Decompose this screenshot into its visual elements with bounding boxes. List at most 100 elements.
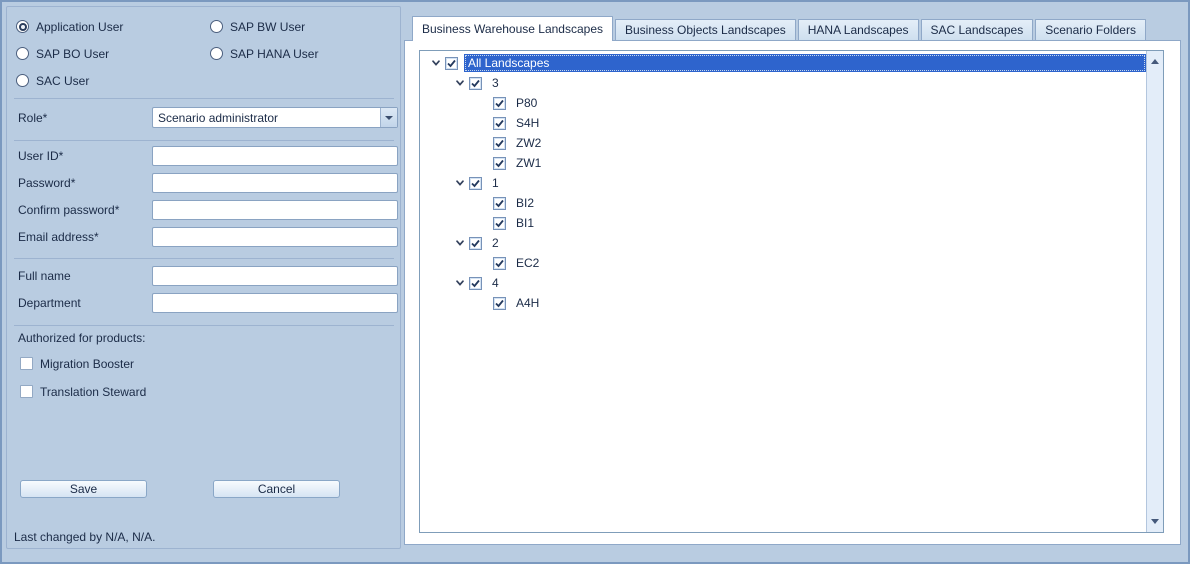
role-dropdown-button[interactable] bbox=[380, 108, 397, 127]
expander-chevron-icon[interactable] bbox=[451, 273, 469, 293]
radio-sap-bo-user[interactable] bbox=[16, 47, 29, 60]
tree-item-label[interactable]: S4H bbox=[512, 114, 543, 132]
expander-spacer bbox=[475, 253, 493, 273]
expander-spacer bbox=[475, 133, 493, 153]
scroll-down-button[interactable] bbox=[1147, 513, 1163, 530]
tree-item-label[interactable]: 4 bbox=[488, 274, 503, 292]
tree-item-bi2[interactable]: BI2 bbox=[420, 193, 1146, 213]
tree-item-label[interactable]: BI2 bbox=[512, 194, 538, 212]
tab-business-warehouse-landscapes[interactable]: Business Warehouse Landscapes bbox=[412, 16, 613, 41]
email-field[interactable] bbox=[152, 227, 398, 247]
user-administration-window: Application User SAP BW User SAP BO User… bbox=[0, 0, 1190, 564]
triangle-down-icon bbox=[1151, 519, 1159, 524]
expander-chevron-icon[interactable] bbox=[451, 173, 469, 193]
landscape-tabstrip: Business Warehouse Landscapes Business O… bbox=[412, 16, 1148, 40]
tab-business-objects-landscapes[interactable]: Business Objects Landscapes bbox=[615, 19, 796, 40]
tree-item-group-3[interactable]: 3 bbox=[420, 73, 1146, 93]
separator bbox=[14, 325, 394, 326]
radio-sac-user[interactable] bbox=[16, 74, 29, 87]
tab-hana-landscapes[interactable]: HANA Landscapes bbox=[798, 19, 919, 40]
tree-item-group-1[interactable]: 1 bbox=[420, 173, 1146, 193]
radio-application-user[interactable] bbox=[16, 20, 29, 33]
expander-spacer bbox=[475, 193, 493, 213]
radio-label-sap-bo-user: SAP BO User bbox=[36, 47, 109, 61]
full-name-field[interactable] bbox=[152, 266, 398, 286]
email-label: Email address* bbox=[18, 230, 99, 244]
tree-item-ec2[interactable]: EC2 bbox=[420, 253, 1146, 273]
expander-spacer bbox=[475, 293, 493, 313]
tree-item-label[interactable]: 3 bbox=[488, 74, 503, 92]
separator bbox=[14, 98, 394, 99]
radio-sap-hana-user[interactable] bbox=[210, 47, 223, 60]
expander-chevron-icon[interactable] bbox=[451, 73, 469, 93]
checkbox-checked-icon[interactable] bbox=[493, 137, 506, 150]
tab-scenario-folders[interactable]: Scenario Folders bbox=[1035, 19, 1146, 40]
checkbox-checked-icon[interactable] bbox=[493, 197, 506, 210]
checkbox-checked-icon[interactable] bbox=[493, 157, 506, 170]
separator bbox=[14, 140, 394, 141]
role-select[interactable]: Scenario administrator bbox=[152, 107, 398, 128]
cancel-button[interactable]: Cancel bbox=[213, 480, 340, 498]
tree-item-a4h[interactable]: A4H bbox=[420, 293, 1146, 313]
password-label: Password* bbox=[18, 176, 75, 190]
tab-sac-landscapes[interactable]: SAC Landscapes bbox=[921, 19, 1034, 40]
checkbox-migration-booster[interactable] bbox=[20, 357, 33, 370]
expander-spacer bbox=[475, 93, 493, 113]
expander-chevron-icon[interactable] bbox=[427, 53, 445, 73]
scroll-up-button[interactable] bbox=[1147, 53, 1163, 70]
tree-item-zw1[interactable]: ZW1 bbox=[420, 153, 1146, 173]
checkbox-label-translation-steward: Translation Steward bbox=[40, 385, 146, 399]
expander-spacer bbox=[475, 213, 493, 233]
checkbox-checked-icon[interactable] bbox=[493, 117, 506, 130]
checkbox-checked-icon[interactable] bbox=[469, 237, 482, 250]
tab-label: Business Warehouse Landscapes bbox=[422, 22, 603, 36]
tree-item-p80[interactable]: P80 bbox=[420, 93, 1146, 113]
password-field[interactable] bbox=[152, 173, 398, 193]
checkbox-checked-icon[interactable] bbox=[469, 277, 482, 290]
tree-item-group-4[interactable]: 4 bbox=[420, 273, 1146, 293]
tree-item-label[interactable]: A4H bbox=[512, 294, 543, 312]
checkbox-label-migration-booster: Migration Booster bbox=[40, 357, 134, 371]
separator bbox=[14, 258, 394, 259]
checkbox-translation-steward[interactable] bbox=[20, 385, 33, 398]
expander-spacer bbox=[475, 153, 493, 173]
tree-item-label[interactable]: 1 bbox=[488, 174, 503, 192]
tree-item-label[interactable]: 2 bbox=[488, 234, 503, 252]
tree-item-label[interactable]: ZW1 bbox=[512, 154, 545, 172]
tree-item-label[interactable]: EC2 bbox=[512, 254, 543, 272]
tree-item-label[interactable]: All Landscapes bbox=[464, 54, 1146, 72]
radio-label-sap-hana-user: SAP HANA User bbox=[230, 47, 318, 61]
user-id-field[interactable] bbox=[152, 146, 398, 166]
checkbox-checked-icon[interactable] bbox=[469, 177, 482, 190]
authorized-products-label: Authorized for products: bbox=[18, 331, 145, 345]
tree-item-label[interactable]: P80 bbox=[512, 94, 541, 112]
tree-item-all-landscapes[interactable]: All Landscapes bbox=[420, 53, 1146, 73]
landscape-tree: All Landscapes 3 P80 S4H ZW2 bbox=[419, 50, 1164, 533]
tree-item-group-2[interactable]: 2 bbox=[420, 233, 1146, 253]
tree-item-label[interactable]: ZW2 bbox=[512, 134, 545, 152]
checkbox-checked-icon[interactable] bbox=[493, 257, 506, 270]
tree-item-bi1[interactable]: BI1 bbox=[420, 213, 1146, 233]
tree-item-s4h[interactable]: S4H bbox=[420, 113, 1146, 133]
department-field[interactable] bbox=[152, 293, 398, 313]
save-button[interactable]: Save bbox=[20, 480, 147, 498]
tree-scrollbar[interactable] bbox=[1146, 51, 1163, 532]
triangle-up-icon bbox=[1151, 59, 1159, 64]
last-changed-status: Last changed by N/A, N/A. bbox=[14, 530, 155, 544]
tree-item-zw2[interactable]: ZW2 bbox=[420, 133, 1146, 153]
checkbox-checked-icon[interactable] bbox=[445, 57, 458, 70]
radio-sap-bw-user[interactable] bbox=[210, 20, 223, 33]
tree-item-label[interactable]: BI1 bbox=[512, 214, 538, 232]
full-name-label: Full name bbox=[18, 269, 71, 283]
checkbox-checked-icon[interactable] bbox=[493, 217, 506, 230]
expander-chevron-icon[interactable] bbox=[451, 233, 469, 253]
confirm-password-field[interactable] bbox=[152, 200, 398, 220]
checkbox-checked-icon[interactable] bbox=[493, 297, 506, 310]
role-selected-value: Scenario administrator bbox=[158, 111, 278, 125]
checkbox-checked-icon[interactable] bbox=[469, 77, 482, 90]
expander-spacer bbox=[475, 113, 493, 133]
tab-label: Scenario Folders bbox=[1045, 23, 1136, 37]
department-label: Department bbox=[18, 296, 81, 310]
checkbox-checked-icon[interactable] bbox=[493, 97, 506, 110]
tab-label: Business Objects Landscapes bbox=[625, 23, 786, 37]
